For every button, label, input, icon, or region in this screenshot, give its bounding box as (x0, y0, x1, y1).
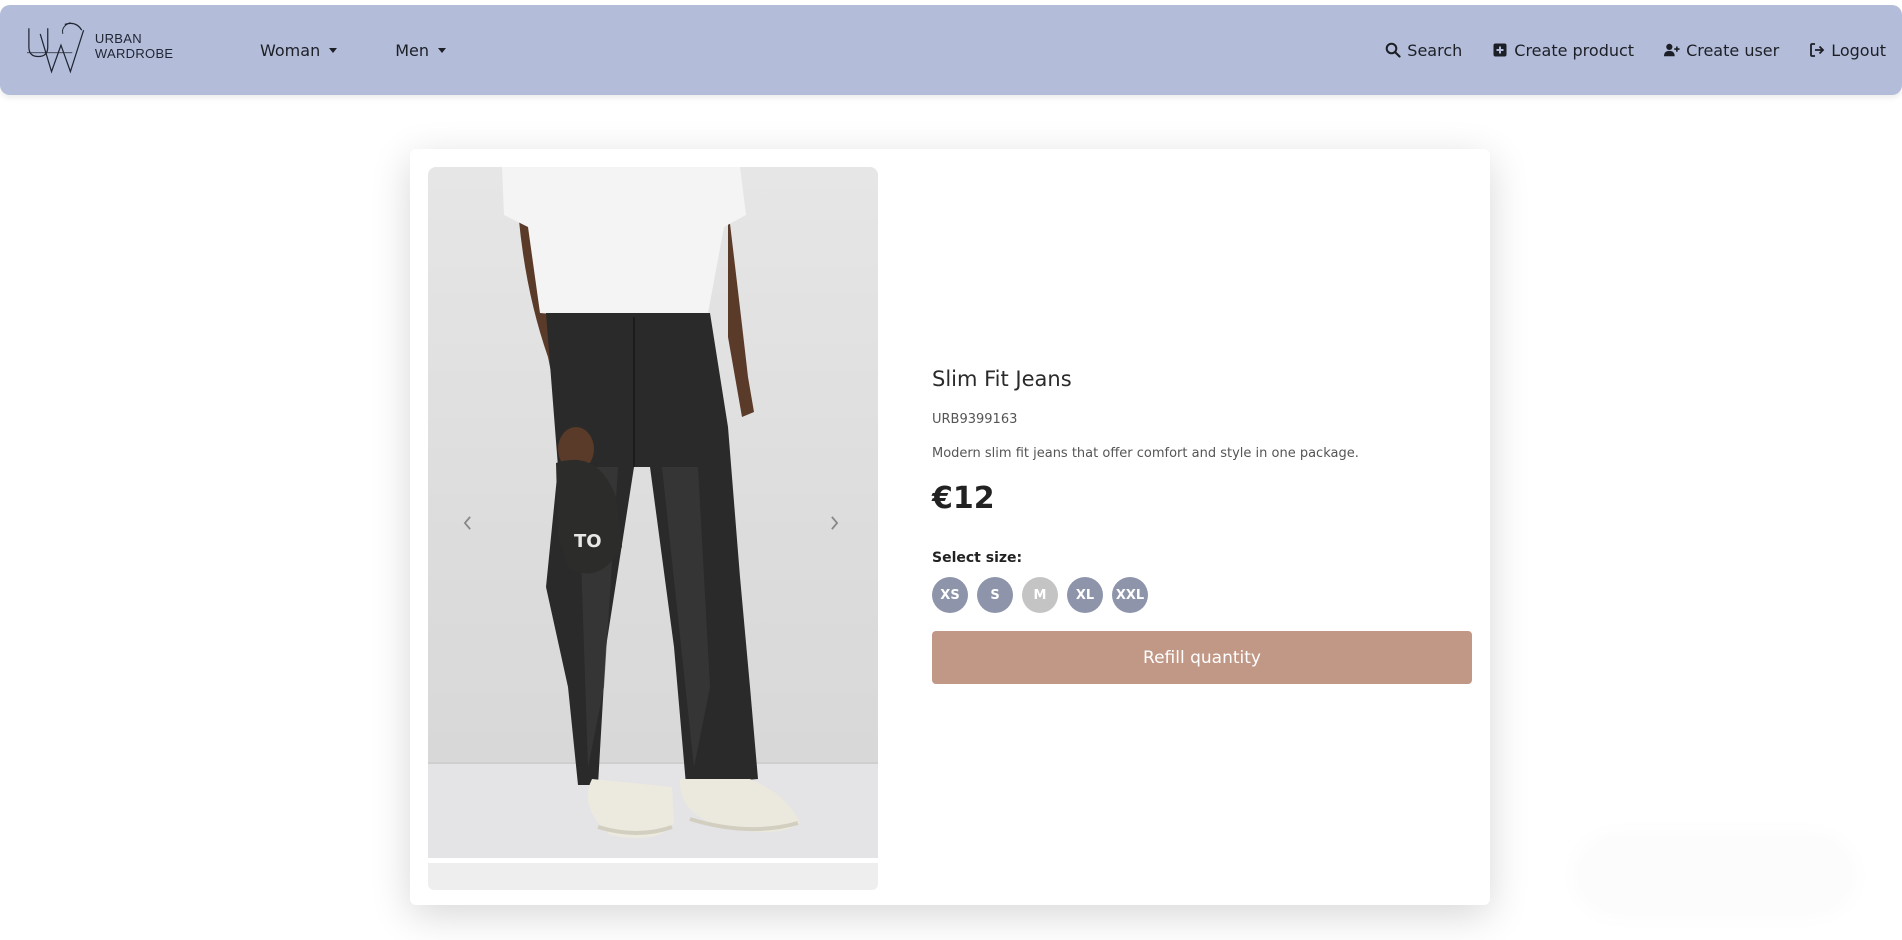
nav-logout-label: Logout (1831, 40, 1886, 60)
nav-search-link[interactable]: Search (1385, 41, 1462, 60)
carousel-next-button[interactable] (830, 516, 844, 536)
nav-dropdown-woman[interactable]: Woman (260, 40, 338, 60)
size-option-s[interactable]: S (977, 577, 1013, 613)
svg-text:TO: TO (574, 531, 602, 552)
nav-dropdown-woman-label: Woman (260, 40, 321, 60)
product-photo: TO (428, 167, 878, 858)
nav-create-product-link[interactable]: Create product (1492, 41, 1634, 60)
size-label: Select size: (932, 550, 1023, 566)
product-name: Slim Fit Jeans (932, 367, 1072, 391)
caret-down-icon (329, 48, 338, 53)
chevron-left-icon (463, 516, 471, 530)
product-code: URB9399163 (932, 412, 1018, 427)
size-option-xl[interactable]: XL (1067, 577, 1103, 613)
product-image-carousel: TO (428, 167, 878, 890)
carousel-prev-button[interactable] (463, 516, 477, 536)
size-option-m[interactable]: M (1022, 577, 1058, 613)
nav-create-user-link[interactable]: Create user (1664, 41, 1779, 60)
background-glow (1580, 840, 1850, 910)
size-selector: XS S M XL XXL (932, 577, 1148, 613)
nav-categories: Woman Men (260, 5, 446, 95)
nav-create-user-label: Create user (1686, 40, 1780, 60)
nav-search-label: Search (1407, 40, 1463, 60)
refill-quantity-button[interactable]: Refill quantity (932, 631, 1472, 684)
uw-monogram-icon (27, 22, 85, 74)
product-card: TO Slim Fit Jeans URB9399163 Modern slim… (410, 149, 1490, 905)
thumbnail-strip[interactable] (428, 863, 878, 890)
user-plus-icon (1664, 42, 1680, 58)
navbar: URBAN WARDROBE Woman Men Search Create p… (0, 0, 1902, 104)
nav-create-product-label: Create product (1514, 40, 1635, 60)
nav-dropdown-men[interactable]: Men (395, 41, 446, 60)
size-option-xxl[interactable]: XXL (1112, 577, 1148, 613)
nav-actions: Search Create product Create user Logout (1385, 5, 1886, 95)
brand-name: URBAN WARDROBE (94, 31, 174, 61)
product-price: €12 (932, 481, 995, 516)
logout-icon (1809, 42, 1825, 58)
brand-logo[interactable]: URBAN WARDROBE (27, 19, 217, 79)
navbar-bar: URBAN WARDROBE Woman Men Search Create p… (0, 5, 1902, 95)
nav-logout-link[interactable]: Logout (1809, 41, 1886, 60)
product-description: Modern slim fit jeans that offer comfort… (932, 446, 1359, 461)
chevron-right-icon (831, 516, 839, 530)
size-option-xs[interactable]: XS (932, 577, 968, 613)
search-icon (1385, 42, 1401, 58)
plus-square-icon (1492, 42, 1508, 58)
caret-down-icon (438, 48, 446, 53)
product-details: Slim Fit Jeans URB9399163 Modern slim fi… (932, 149, 1472, 905)
nav-dropdown-men-label: Men (395, 40, 429, 60)
